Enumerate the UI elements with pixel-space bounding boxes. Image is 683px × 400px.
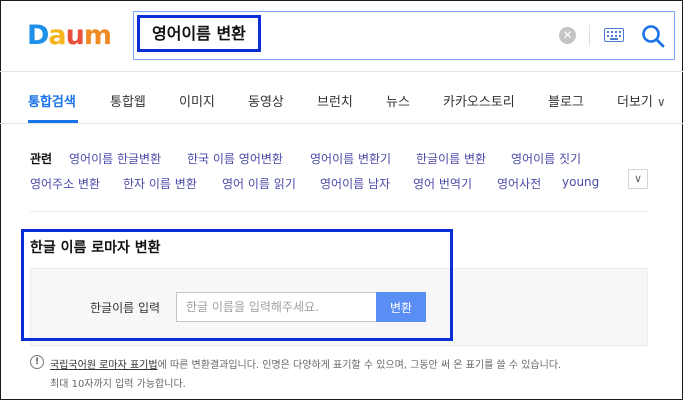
logo-letter-u: u [65,20,85,51]
chevron-down-icon: ∨ [656,95,666,109]
logo-letter-a: a [48,20,66,51]
magnifier-icon[interactable] [640,23,666,49]
related-link[interactable]: 영어사전 [497,175,541,192]
active-tab-indicator [28,120,78,123]
exclamation-icon: ! [30,355,44,369]
related-link[interactable]: 한자 이름 변환 [123,175,197,192]
highlight-outline [21,229,453,341]
search-divider [589,25,590,46]
clear-circle-icon[interactable]: ✕ [559,27,576,44]
tab-integrated-web[interactable]: 통합웹 [110,91,146,110]
related-searches: 관련 영어이름 한글변환 한국 이름 영어변환 영어이름 변환기 한글이름 변환… [30,147,650,197]
romanization-rules-link[interactable]: 국립국어원 로마자 표기법 [50,360,158,371]
related-link[interactable]: 한글이름 변환 [416,150,486,167]
chevron-down-icon: ∨ [633,172,643,185]
related-link[interactable]: 영어주소 변환 [30,175,100,192]
tab-bar: 통합검색 통합웹 이미지 동영상 브런치 뉴스 카카오스토리 블로그 더보기 ∨ [0,72,683,124]
tab-more[interactable]: 더보기 ∨ [617,91,666,110]
related-link[interactable]: 영어이름 짓기 [511,150,581,167]
logo-letter-d: D [27,20,49,51]
search-input[interactable]: 영어이름 변환 [137,15,261,52]
related-link[interactable]: young [562,175,599,189]
related-link[interactable]: 영어 이름 읽기 [222,175,296,192]
header: Daum 영어이름 변환 ✕ [0,0,683,72]
related-link[interactable]: 영어이름 변환기 [310,150,391,167]
related-link[interactable]: 영어 번역기 [413,175,472,192]
tab-videos[interactable]: 동영상 [248,91,284,110]
tab-news[interactable]: 뉴스 [386,91,410,110]
notice-line-2: 최대 10자까지 입력 가능합니다. [50,379,186,390]
related-link[interactable]: 영어이름 남자 [320,175,390,192]
tab-more-label: 더보기 [617,95,653,110]
tab-kakaostory[interactable]: 카카오스토리 [443,91,515,110]
related-link[interactable]: 한국 이름 영어변환 [187,150,283,167]
section-divider [30,211,648,212]
notice-text: 에 따른 변환결과입니다. 인명은 다양하게 표기할 수 있으며, 그동안 써 … [157,360,562,371]
related-link[interactable]: 영어이름 한글변환 [69,150,161,167]
tab-images[interactable]: 이미지 [179,91,215,110]
search-box[interactable]: 영어이름 변환 ✕ [133,11,675,60]
logo-letter-m: m [83,20,112,51]
tab-brunch[interactable]: 브런치 [317,91,353,110]
daum-logo[interactable]: Daum [27,19,117,53]
related-title: 관련 [30,152,53,166]
keyboard-icon[interactable] [604,28,624,42]
tab-integrated-search[interactable]: 통합검색 [28,91,76,110]
related-expand-button[interactable]: ∨ [628,169,648,189]
tab-blog[interactable]: 블로그 [548,91,584,110]
notice-line-1: 국립국어원 로마자 표기법에 따른 변환결과입니다. 인명은 다양하게 표기할 … [50,356,561,371]
